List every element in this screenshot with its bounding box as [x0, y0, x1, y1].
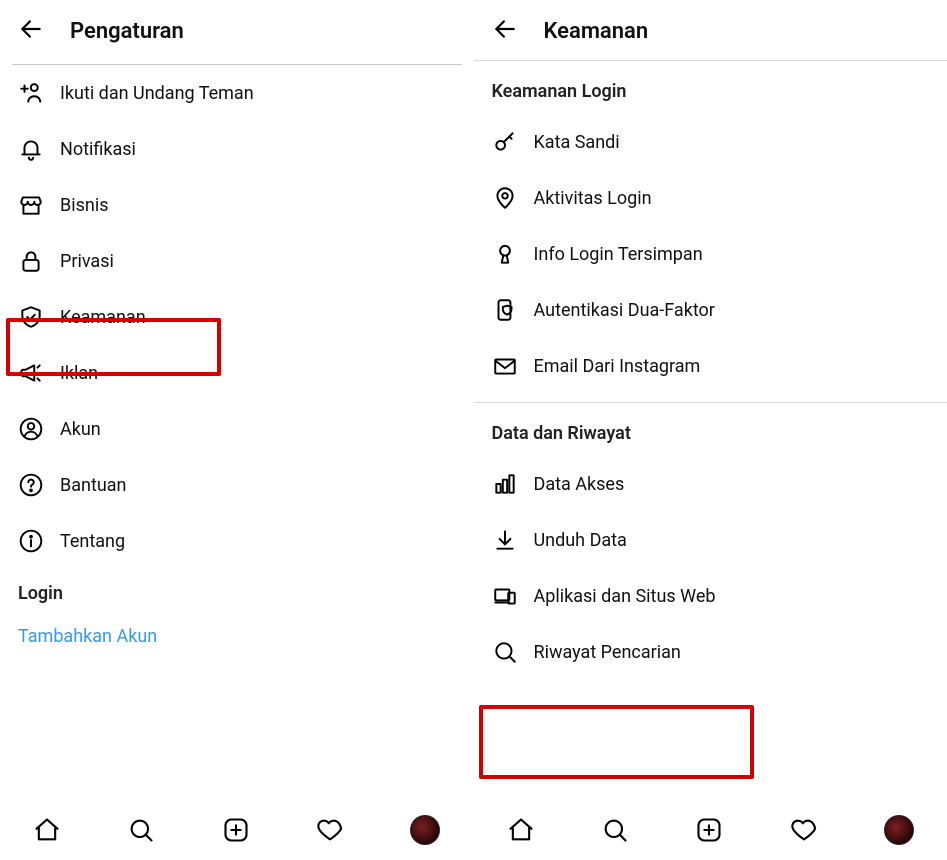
key-icon	[492, 129, 518, 155]
item-account[interactable]: Akun	[0, 401, 474, 457]
item-label: Ikuti dan Undang Teman	[60, 83, 254, 104]
item-two-factor[interactable]: Autentikasi Dua-Faktor	[474, 282, 947, 338]
security-list: Keamanan Login Kata Sandi Aktivitas Logi…	[474, 61, 947, 860]
item-label: Aktivitas Login	[534, 188, 652, 209]
account-icon	[18, 416, 44, 442]
megaphone-icon	[18, 360, 44, 386]
link-text: Tambahkan Akun	[18, 626, 157, 647]
section-data-history: Data dan Riwayat	[474, 403, 947, 456]
item-password[interactable]: Kata Sandi	[474, 114, 947, 170]
bell-icon	[18, 136, 44, 162]
profile-avatar[interactable]	[884, 815, 914, 845]
profile-avatar[interactable]	[410, 815, 440, 845]
home-icon[interactable]	[507, 816, 535, 844]
phone-shield-icon	[492, 297, 518, 323]
item-label: Autentikasi Dua-Faktor	[534, 300, 715, 321]
item-label: Bantuan	[60, 475, 127, 496]
item-privacy[interactable]: Privasi	[0, 233, 474, 289]
home-icon[interactable]	[33, 816, 61, 844]
item-label: Akun	[60, 419, 101, 440]
item-label: Privasi	[60, 251, 114, 272]
page-title: Pengaturan	[70, 19, 184, 44]
item-label: Data Akses	[534, 474, 625, 495]
item-label: Aplikasi dan Situs Web	[534, 586, 716, 607]
item-follow-invite[interactable]: Ikuti dan Undang Teman	[0, 65, 474, 121]
header: Pengaturan	[0, 0, 474, 60]
item-download-data[interactable]: Unduh Data	[474, 512, 947, 568]
back-icon[interactable]	[492, 16, 518, 46]
download-icon	[492, 527, 518, 553]
security-screen: Keamanan Keamanan Login Kata Sandi Aktiv…	[474, 0, 947, 860]
create-icon[interactable]	[695, 816, 723, 844]
bar-chart-icon	[492, 471, 518, 497]
item-label: Keamanan	[60, 307, 146, 328]
item-search-history[interactable]: Riwayat Pencarian	[474, 624, 947, 680]
lock-icon	[18, 248, 44, 274]
help-icon	[18, 472, 44, 498]
devices-icon	[492, 583, 518, 609]
item-label: Unduh Data	[534, 530, 627, 551]
item-login-activity[interactable]: Aktivitas Login	[474, 170, 947, 226]
envelope-icon	[492, 353, 518, 379]
info-icon	[18, 528, 44, 554]
settings-screen: Pengaturan Ikuti dan Undang Teman Notifi…	[0, 0, 474, 860]
item-emails[interactable]: Email Dari Instagram	[474, 338, 947, 394]
item-label: Email Dari Instagram	[534, 356, 701, 377]
item-about[interactable]: Tentang	[0, 513, 474, 569]
back-icon[interactable]	[18, 16, 44, 46]
add-person-icon	[18, 80, 44, 106]
settings-list: Ikuti dan Undang Teman Notifikasi Bisnis…	[0, 65, 474, 860]
activity-icon[interactable]	[316, 816, 344, 844]
bottom-nav	[474, 798, 947, 860]
location-pin-icon	[492, 185, 518, 211]
item-help[interactable]: Bantuan	[0, 457, 474, 513]
item-label: Iklan	[60, 363, 98, 384]
item-saved-login[interactable]: Info Login Tersimpan	[474, 226, 947, 282]
search-icon[interactable]	[601, 816, 629, 844]
item-ads[interactable]: Iklan	[0, 345, 474, 401]
item-label: Notifikasi	[60, 139, 136, 160]
login-heading: Login	[0, 569, 474, 612]
item-label: Kata Sandi	[534, 132, 620, 153]
item-notifications[interactable]: Notifikasi	[0, 121, 474, 177]
item-apps-websites[interactable]: Aplikasi dan Situs Web	[474, 568, 947, 624]
item-label: Info Login Tersimpan	[534, 244, 703, 265]
create-icon[interactable]	[222, 816, 250, 844]
item-label: Bisnis	[60, 195, 109, 216]
keyhole-icon	[492, 241, 518, 267]
activity-icon[interactable]	[790, 816, 818, 844]
page-title: Keamanan	[544, 19, 649, 44]
add-account-link[interactable]: Tambahkan Akun	[0, 612, 474, 661]
item-access-data[interactable]: Data Akses	[474, 456, 947, 512]
item-label: Tentang	[60, 531, 125, 552]
item-business[interactable]: Bisnis	[0, 177, 474, 233]
shield-check-icon	[18, 304, 44, 330]
header: Keamanan	[474, 0, 947, 60]
search-icon	[492, 639, 518, 665]
item-label: Riwayat Pencarian	[534, 642, 681, 663]
section-login-security: Keamanan Login	[474, 61, 947, 114]
item-security[interactable]: Keamanan	[0, 289, 474, 345]
storefront-icon	[18, 192, 44, 218]
bottom-nav	[0, 798, 474, 860]
search-icon[interactable]	[127, 816, 155, 844]
